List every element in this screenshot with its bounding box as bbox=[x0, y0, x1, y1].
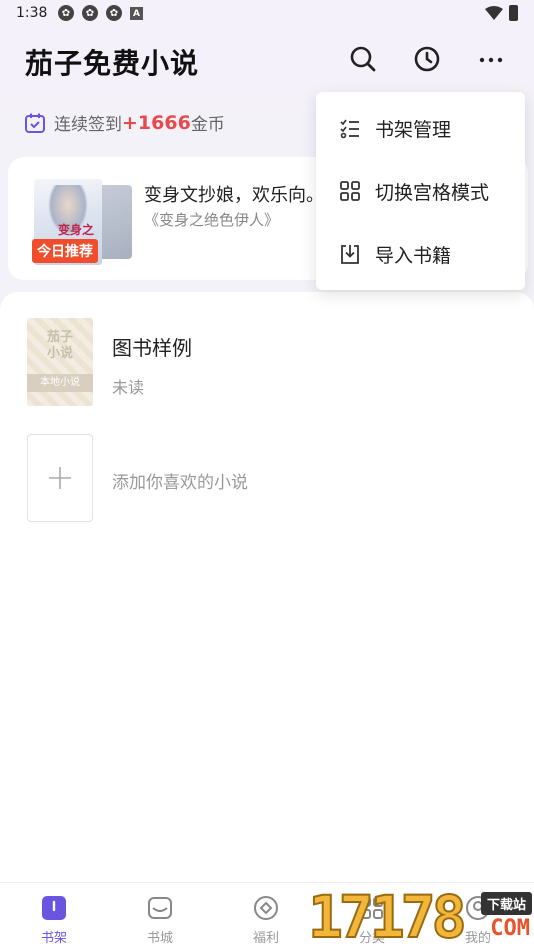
status-notification-icons: ✿ ✿ ✿ A bbox=[58, 5, 143, 21]
tab-bookstore[interactable]: 书城 bbox=[120, 883, 200, 950]
search-button[interactable] bbox=[348, 44, 378, 74]
recommend-title: 变身文抄娘，欢乐向。 bbox=[144, 185, 324, 206]
notification-badge-icon: A bbox=[130, 7, 143, 20]
bookshelf-icon bbox=[42, 896, 66, 920]
recommend-cover-text: 变身之 bbox=[58, 223, 95, 237]
checkin-prefix: 连续签到 bbox=[54, 115, 122, 135]
book-read-status: 未读 bbox=[112, 378, 145, 397]
notification-icon: ✿ bbox=[106, 5, 122, 21]
add-book-label[interactable]: 添加你喜欢的小说 bbox=[112, 468, 248, 493]
list-check-icon bbox=[340, 119, 359, 139]
menu-item-label: 切换宫格模式 bbox=[375, 181, 490, 204]
tab-bookshelf[interactable]: 书架 bbox=[14, 883, 94, 950]
coin-count: +1666 bbox=[122, 111, 191, 134]
notification-icon: ✿ bbox=[58, 5, 74, 21]
battery-icon bbox=[509, 5, 518, 21]
status-time: 1:38 bbox=[16, 5, 48, 21]
app-title: 茄子免费小说 bbox=[25, 47, 200, 80]
notification-icon: ✿ bbox=[82, 5, 98, 21]
more-button[interactable] bbox=[476, 44, 506, 74]
add-book-button[interactable] bbox=[27, 434, 93, 522]
search-icon bbox=[350, 46, 376, 72]
history-button[interactable] bbox=[412, 44, 442, 74]
menu-item-shelf-manage[interactable]: 书架管理 bbox=[316, 98, 525, 158]
status-system-icons bbox=[485, 5, 518, 21]
tab-welfare[interactable]: 福利 bbox=[226, 883, 306, 950]
wifi-icon bbox=[485, 6, 503, 20]
clock-icon bbox=[414, 46, 440, 72]
status-bar: 1:38 ✿ ✿ ✿ A bbox=[0, 0, 534, 28]
import-icon bbox=[341, 245, 359, 264]
grid-icon bbox=[340, 181, 360, 201]
checkin-suffix: 金币 bbox=[190, 115, 225, 135]
bookstore-icon bbox=[148, 897, 172, 919]
tab-label: 福利 bbox=[252, 931, 279, 946]
watermark-domain: COM bbox=[490, 916, 530, 941]
bookshelf-panel: 茄子 小说 本地小说 图书样例 未读 添加你喜欢的小说 bbox=[0, 292, 534, 882]
more-dots-icon bbox=[479, 57, 503, 63]
menu-item-label: 导入书籍 bbox=[375, 244, 452, 267]
book-cover-band: 本地小说 bbox=[27, 374, 93, 392]
recommend-subtitle: 《变身之绝色伊人》 bbox=[144, 211, 280, 229]
more-menu: 书架管理 切换宫格模式 导入书籍 bbox=[316, 92, 525, 290]
calendar-check-icon bbox=[25, 113, 45, 133]
menu-item-import-books[interactable]: 导入书籍 bbox=[316, 224, 525, 284]
book-name[interactable]: 图书样例 bbox=[112, 332, 192, 361]
menu-item-grid-mode[interactable]: 切换宫格模式 bbox=[316, 161, 525, 221]
today-recommend-badge: 今日推荐 bbox=[32, 239, 98, 263]
watermark-tag: 下载站 bbox=[480, 892, 532, 915]
book-cover[interactable]: 茄子 小说 本地小说 bbox=[27, 318, 93, 406]
book-cover-title: 茄子 小说 bbox=[46, 330, 73, 361]
menu-item-label: 书架管理 bbox=[375, 118, 452, 141]
watermark-number: 17178 bbox=[307, 883, 468, 950]
watermark-logo: 17178 下载站 COM bbox=[307, 883, 534, 950]
welfare-icon bbox=[254, 896, 278, 920]
tab-label: 书架 bbox=[40, 931, 67, 946]
checkin-banner[interactable]: 连续签到 +1666 金币 bbox=[24, 110, 225, 135]
plus-icon bbox=[49, 467, 71, 489]
tab-label: 书城 bbox=[146, 931, 173, 946]
